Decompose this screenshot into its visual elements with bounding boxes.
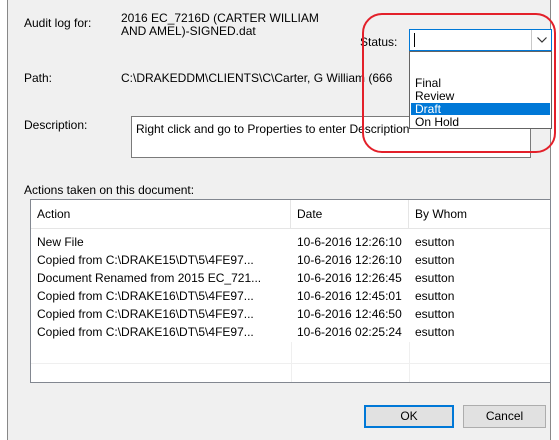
date-cell: 10-6-2016 12:26:45 bbox=[297, 271, 402, 285]
text-caret bbox=[414, 33, 415, 47]
path-label: Path: bbox=[24, 71, 53, 85]
by-whom-cell: esutton bbox=[415, 253, 455, 267]
status-option-draft[interactable]: Draft bbox=[411, 103, 550, 115]
audit-log-filename: 2016 EC_7216D (CARTER WILLIAM AND AMEL)-… bbox=[121, 11, 319, 38]
status-label: Status: bbox=[360, 35, 398, 49]
chevron-down-icon bbox=[536, 37, 547, 43]
status-option-on-hold[interactable]: On Hold bbox=[411, 116, 550, 128]
date-cell: 10-6-2016 12:46:50 bbox=[297, 307, 402, 321]
by-whom-cell: esutton bbox=[415, 271, 455, 285]
table-row[interactable]: Document Renamed from 2015 EC_721... 10-… bbox=[31, 269, 550, 287]
status-combobox[interactable] bbox=[409, 29, 552, 51]
by-whom-cell: esutton bbox=[415, 289, 455, 303]
status-dropdown-button[interactable] bbox=[531, 30, 551, 50]
cancel-button[interactable]: Cancel bbox=[463, 405, 546, 428]
actions-list-header: Action Date By Whom bbox=[31, 200, 550, 229]
ok-button[interactable]: OK bbox=[364, 405, 454, 428]
by-whom-cell: esutton bbox=[415, 325, 455, 339]
action-cell: New File bbox=[37, 235, 84, 249]
table-row[interactable]: New File 10-6-2016 12:26:10 esutton bbox=[31, 233, 550, 251]
action-cell: Copied from C:\DRAKE16\DT\5\4FE97... bbox=[37, 307, 254, 321]
date-cell: 10-6-2016 12:26:10 bbox=[297, 235, 402, 249]
status-option-final[interactable]: Final bbox=[411, 77, 550, 89]
row-divider bbox=[31, 363, 550, 364]
action-cell: Copied from C:\DRAKE16\DT\5\4FE97... bbox=[37, 289, 254, 303]
action-cell: Document Renamed from 2015 EC_721... bbox=[37, 271, 262, 285]
column-header-action[interactable]: Action bbox=[31, 200, 291, 228]
action-cell: Copied from C:\DRAKE16\DT\5\4FE97... bbox=[37, 325, 254, 339]
table-row[interactable]: Copied from C:\DRAKE16\DT\5\4FE97... 10-… bbox=[31, 323, 550, 341]
column-header-date[interactable]: Date bbox=[291, 200, 409, 228]
by-whom-cell: esutton bbox=[415, 235, 455, 249]
status-dropdown-list: Final Review Draft On Hold bbox=[409, 51, 552, 129]
date-cell: 10-6-2016 12:45:01 bbox=[297, 289, 402, 303]
audit-log-dialog: Audit log for: 2016 EC_7216D (CARTER WIL… bbox=[7, 0, 552, 440]
path-value: C:\DRAKEDDM\CLIENTS\C\Carter, G William … bbox=[121, 71, 393, 85]
status-option-review[interactable]: Review bbox=[411, 90, 550, 102]
audit-log-label: Audit log for: bbox=[24, 16, 92, 30]
actions-list[interactable]: Action Date By Whom New File 10-6-2016 1… bbox=[30, 199, 551, 383]
table-row[interactable]: Copied from C:\DRAKE15\DT\5\4FE97... 10-… bbox=[31, 251, 550, 269]
table-row[interactable]: Copied from C:\DRAKE16\DT\5\4FE97... 10-… bbox=[31, 305, 550, 323]
by-whom-cell: esutton bbox=[415, 307, 455, 321]
column-header-by-whom[interactable]: By Whom bbox=[409, 200, 550, 228]
description-label: Description: bbox=[24, 118, 88, 132]
actions-section-label: Actions taken on this document: bbox=[24, 183, 195, 197]
action-cell: Copied from C:\DRAKE15\DT\5\4FE97... bbox=[37, 253, 254, 267]
date-cell: 10-6-2016 12:26:10 bbox=[297, 253, 402, 267]
table-row[interactable]: Copied from C:\DRAKE16\DT\5\4FE97... 10-… bbox=[31, 287, 550, 305]
date-cell: 10-6-2016 02:25:24 bbox=[297, 325, 402, 339]
